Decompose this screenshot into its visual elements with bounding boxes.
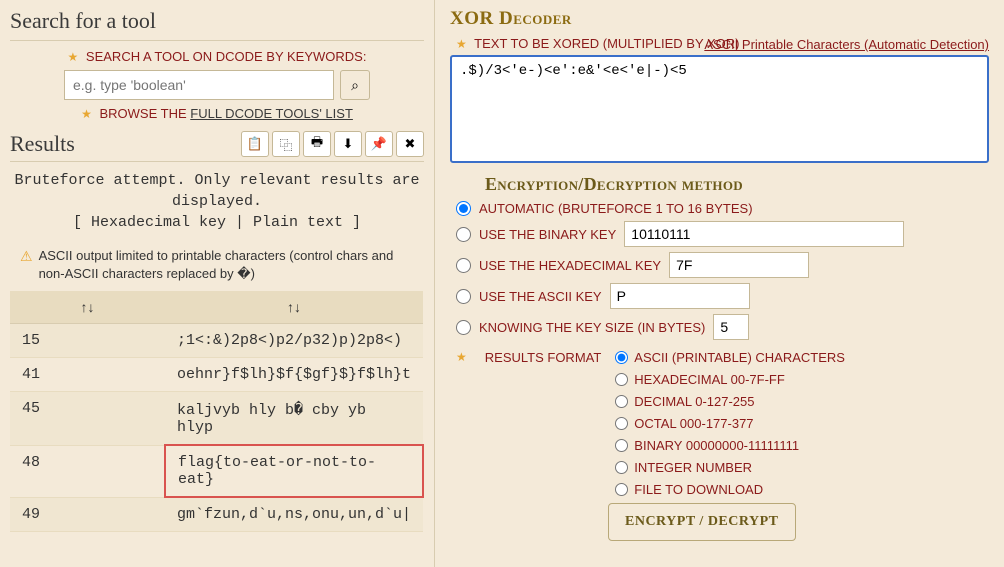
bruteforce-line2: [ Hexadecimal key | Plain text ] [14,212,420,233]
format-option: FILE TO DOWNLOAD [615,482,845,497]
left-panel: Search for a tool ★ SEARCH A TOOL ON DCO… [0,0,435,567]
result-key: 48 [10,445,165,497]
radio-ascii-key[interactable] [456,289,471,304]
radio-format-5[interactable] [615,461,628,474]
search-input[interactable] [64,70,334,100]
result-value: ;1<:&)2p8<)p2/p32)p)2p8<) [165,324,423,358]
label-hex-key: USE THE HEXADECIMAL KEY [479,258,661,273]
pin-icon[interactable]: 📌 [365,131,393,157]
page-title: XOR Decoder [450,8,989,30]
browse-prompt: BROWSE THE [99,106,190,121]
format-label: INTEGER NUMBER [634,460,752,475]
star-icon: ★ [456,350,467,364]
xor-textarea[interactable] [450,55,989,163]
label-ascii-key: USE THE ASCII KEY [479,289,602,304]
radio-format-0[interactable] [615,351,628,364]
sort-col-value[interactable]: ↑↓ [165,291,423,324]
search-heading: Search for a tool [10,8,424,41]
input-hex-key[interactable] [669,252,809,278]
copy-icon[interactable]: ⿻ [272,131,300,157]
input-binary-key[interactable] [624,221,904,247]
radio-hex-key[interactable] [456,258,471,273]
radio-automatic[interactable] [456,201,471,216]
format-label: FILE TO DOWNLOAD [634,482,763,497]
radio-format-4[interactable] [615,439,628,452]
radio-binary-key[interactable] [456,227,471,242]
label-key-size: KNOWING THE KEY SIZE (IN BYTES) [479,320,705,335]
search-prompt: SEARCH A TOOL ON DCODE BY KEYWORDS: [86,49,367,64]
search-prompt-line: ★ SEARCH A TOOL ON DCODE BY KEYWORDS: [10,49,424,64]
format-options-group: ASCII (PRINTABLE) CHARACTERS HEXADECIMAL … [615,350,845,497]
sort-col-key[interactable]: ↑↓ [10,291,165,324]
detection-label[interactable]: ASCII Printable Characters (Automatic De… [704,37,989,52]
search-button[interactable]: ⌕ [340,70,370,100]
table-row: 48flag{to-eat-or-not-to-eat} [10,445,423,497]
radio-format-1[interactable] [615,373,628,386]
result-value: flag{to-eat-or-not-to-eat} [165,445,423,497]
format-label: BINARY 00000000-11111111 [634,438,799,453]
result-value: kaljvyb hly b� cby yb hlyp [165,392,423,446]
result-key: 45 [10,392,165,446]
format-label: HEXADECIMAL 00-7F-FF [634,372,785,387]
method-heading: Encryption/Decryption method [485,174,989,195]
bruteforce-message: Bruteforce attempt. Only relevant result… [10,162,424,241]
format-option: ASCII (PRINTABLE) CHARACTERS [615,350,845,365]
result-key: 41 [10,358,165,392]
label-binary-key: USE THE BINARY KEY [479,227,616,242]
browse-line: ★ BROWSE THE FULL DCODE TOOLS' LIST [10,106,424,121]
download-icon[interactable]: ⬇ [334,131,362,157]
right-panel: XOR Decoder ★ TEXT TO BE XORED (MULTIPLI… [435,0,1004,567]
input-label: TEXT TO BE XORED (MULTIPLIED BY XOR) [474,36,739,51]
result-key: 49 [10,497,165,532]
warning-text: ASCII output limited to printable charac… [39,247,414,283]
table-row: 49gm`fzun,d`u,ns,onu,un,d`u| [10,497,423,532]
star-icon: ★ [68,50,79,64]
format-label: ASCII (PRINTABLE) CHARACTERS [634,350,845,365]
results-format-label: RESULTS FORMAT [485,350,602,365]
label-automatic: AUTOMATIC (BRUTEFORCE 1 TO 16 BYTES) [479,201,753,216]
print-icon[interactable]: 🖶 [303,131,331,157]
warning-icon: ⚠ [20,247,33,283]
clipboard-icon[interactable]: 📋 [241,131,269,157]
radio-key-size[interactable] [456,320,471,335]
result-value: oehnr}f$lh}$f{$gf}$}f$lh}t [165,358,423,392]
bruteforce-line1: Bruteforce attempt. Only relevant result… [14,170,420,212]
format-label: OCTAL 000-177-377 [634,416,753,431]
result-value: gm`fzun,d`u,ns,onu,un,d`u| [165,497,423,532]
close-icon[interactable]: ✖ [396,131,424,157]
format-option: BINARY 00000000-11111111 [615,438,845,453]
radio-format-3[interactable] [615,417,628,430]
format-label: DECIMAL 0-127-255 [634,394,754,409]
warning-block: ⚠ ASCII output limited to printable char… [10,241,424,289]
star-icon: ★ [456,37,467,51]
star-icon: ★ [81,107,92,121]
table-row: 45kaljvyb hly b� cby yb hlyp [10,392,423,446]
format-option: OCTAL 000-177-377 [615,416,845,431]
radio-format-2[interactable] [615,395,628,408]
format-option: HEXADECIMAL 00-7F-FF [615,372,845,387]
browse-link[interactable]: FULL DCODE TOOLS' LIST [190,106,353,121]
format-option: INTEGER NUMBER [615,460,845,475]
format-option: DECIMAL 0-127-255 [615,394,845,409]
input-key-size[interactable] [713,314,749,340]
results-toolbar: 📋 ⿻ 🖶 ⬇ 📌 ✖ [241,131,424,157]
results-table: ↑↓ ↑↓ 15;1<:&)2p8<)p2/p32)p)2p8<)41oehnr… [10,291,424,532]
table-row: 41oehnr}f$lh}$f{$gf}$}f$lh}t [10,358,423,392]
radio-format-6[interactable] [615,483,628,496]
result-key: 15 [10,324,165,358]
results-heading: Results [10,131,75,157]
encrypt-decrypt-button[interactable]: ENCRYPT / DECRYPT [608,503,796,541]
table-row: 15;1<:&)2p8<)p2/p32)p)2p8<) [10,324,423,358]
input-ascii-key[interactable] [610,283,750,309]
